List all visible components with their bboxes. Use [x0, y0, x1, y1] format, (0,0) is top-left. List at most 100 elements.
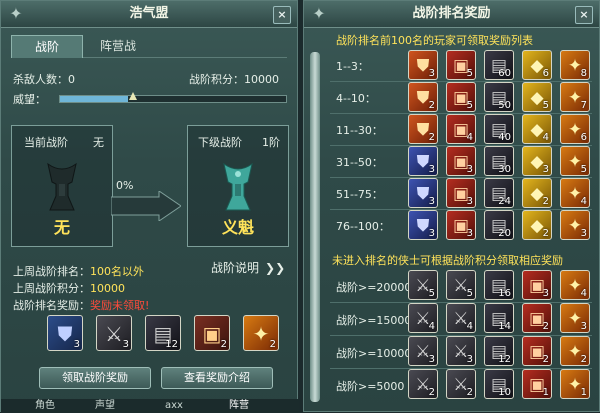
item-count: 2 [428, 387, 435, 398]
left-panel: ✦ 浩气盟 × 战阶 阵营战 杀敌人数：0 战阶积分：10000 威望： 当前战… [0, 0, 299, 413]
reward-item-slot[interactable]: ▤ 16 [484, 270, 514, 300]
reward-item-slot[interactable]: ⛊ 3 [408, 146, 438, 176]
item-count: 60 [498, 68, 511, 79]
explain-link-label[interactable]: 战阶说明 [211, 261, 259, 275]
close-icon[interactable]: × [575, 6, 593, 24]
threshold-label: 战阶>=5000 [336, 380, 405, 393]
next-rank-box: 下级战阶 1阶 义魁 [187, 125, 289, 247]
reward-item-slot[interactable]: ▤ 30 [484, 146, 514, 176]
item-count: 7 [580, 100, 587, 111]
item-count: 2 [542, 321, 549, 332]
reward-item-slot[interactable]: ⚔ 5 [408, 270, 438, 300]
item-count: 2 [220, 339, 227, 350]
reward-item-slot[interactable]: ▣ 5 [446, 50, 476, 80]
prestige-bar [59, 95, 287, 103]
reward-item-slot[interactable]: ▤ 24 [484, 178, 514, 208]
reward-item-slot[interactable]: ⚔ 3 [446, 336, 476, 366]
claim-reward-button[interactable]: 领取战阶奖励 [39, 367, 151, 389]
reward-item-slot[interactable]: ⚔ 2 [446, 369, 476, 399]
item-count: 3 [466, 196, 473, 207]
reward-item-slot[interactable]: ✦ 7 [560, 82, 590, 112]
reward-item-slot[interactable]: ⚔ 4 [408, 303, 438, 333]
reward-item-slot[interactable]: ⚔ 5 [446, 270, 476, 300]
right-panel-title: 战阶排名奖励 [412, 6, 491, 21]
reward-item-slot[interactable]: ▤ 40 [484, 114, 514, 144]
item-count: 4 [580, 288, 587, 299]
reward-item-slot[interactable]: ✦ 4 [560, 270, 590, 300]
reward-item-slot[interactable]: ⚔ 3 [96, 315, 132, 351]
reward-item-slot[interactable]: ▣ 3 [446, 210, 476, 240]
reward-item-slot[interactable]: ◆ 4 [522, 114, 552, 144]
reward-item-slot[interactable]: ✦ 5 [560, 146, 590, 176]
left-tabs: 战阶 阵营战 [11, 35, 287, 58]
reward-item-slot[interactable]: ✦ 4 [560, 178, 590, 208]
item-count: 5 [580, 164, 587, 175]
reward-item-slot[interactable]: ▣ 2 [194, 315, 230, 351]
reward-item-slot[interactable]: ⚔ 3 [408, 336, 438, 366]
item-count: 12 [165, 339, 178, 350]
reward-item-slot[interactable]: ▣ 3 [446, 146, 476, 176]
view-reward-button[interactable]: 查看奖励介绍 [161, 367, 273, 389]
reward-item-slot[interactable]: ▤ 10 [484, 369, 514, 399]
item-count: 24 [498, 196, 511, 207]
reward-item-slot[interactable]: ✦ 3 [560, 303, 590, 333]
kills-value: 0 [68, 73, 75, 86]
reward-item-slot[interactable]: ◆ 3 [522, 146, 552, 176]
left-title-bar: ✦ 浩气盟 × [1, 1, 297, 28]
bottom-tab-reputation[interactable]: 声望 [95, 399, 115, 413]
item-count: 30 [498, 164, 511, 175]
reward-item-slot[interactable]: ⚔ 2 [408, 369, 438, 399]
reward-item-slot[interactable]: ⛊ 3 [408, 178, 438, 208]
item-count: 3 [73, 339, 80, 350]
reward-item-slot[interactable]: ▤ 60 [484, 50, 514, 80]
bottom-tab-character[interactable]: 角色 [35, 399, 55, 413]
reward-item-slot[interactable]: ⚔ 4 [446, 303, 476, 333]
reward-item-slot[interactable]: ✦ 8 [560, 50, 590, 80]
points-label: 战阶积分： [189, 73, 244, 86]
next-rank-name: 义魁 [221, 218, 254, 237]
close-icon[interactable]: × [273, 6, 291, 24]
reward-item-slot[interactable]: ✦ 1 [560, 369, 590, 399]
reward-item-slot[interactable]: ◆ 5 [522, 82, 552, 112]
reward-item-slot[interactable]: ⛊ 3 [47, 315, 83, 351]
current-rank-box: 当前战阶 无 无 [11, 125, 113, 247]
reward-item-slot[interactable]: ▣ 1 [522, 369, 552, 399]
bottom-tab-faction[interactable]: 阵营 [229, 399, 249, 413]
last-week-points-value: 10000 [90, 282, 125, 295]
reward-item-slot[interactable]: ⛊ 3 [408, 50, 438, 80]
reward-item-slot[interactable]: ▣ 5 [446, 82, 476, 112]
reward-item-slot[interactable]: ▤ 14 [484, 303, 514, 333]
explain-link[interactable]: 战阶说明 ❯❯ [211, 259, 285, 276]
reward-item-slot[interactable]: ▣ 3 [446, 178, 476, 208]
item-count: 2 [542, 228, 549, 239]
reward-item-slot[interactable]: ▣ 2 [522, 336, 552, 366]
rank-range-label: 4--10： [336, 92, 376, 105]
reward-item-slot[interactable]: ⛊ 2 [408, 114, 438, 144]
prestige-marker [129, 92, 137, 100]
tab-rank[interactable]: 战阶 [11, 35, 83, 58]
reward-item-slot[interactable]: ▣ 2 [522, 303, 552, 333]
reward-item-slot[interactable]: ◆ 2 [522, 178, 552, 208]
threshold-label: 战阶>=15000 [336, 314, 412, 327]
item-count: 5 [542, 100, 549, 111]
reward-item-slot[interactable]: ⛊ 3 [408, 210, 438, 240]
top-reward-heading: 战阶排名前100名的玩家可领取奖励列表 [336, 34, 533, 47]
reward-item-slot[interactable]: ✦ 3 [560, 210, 590, 240]
reward-item-slot[interactable]: ▣ 3 [522, 270, 552, 300]
kills-row: 杀敌人数：0 [13, 71, 75, 87]
reward-item-slot[interactable]: ◆ 2 [522, 210, 552, 240]
reward-item-slot[interactable]: ◆ 6 [522, 50, 552, 80]
reward-item-slot[interactable]: ▤ 12 [145, 315, 181, 351]
prestige-bar-fill [60, 96, 128, 102]
reward-item-slot[interactable]: ✦ 2 [560, 336, 590, 366]
reward-item-slot[interactable]: ▤ 50 [484, 82, 514, 112]
reward-item-slot[interactable]: ▤ 12 [484, 336, 514, 366]
bird-icon: ✦ [9, 4, 23, 23]
reward-item-slot[interactable]: ▤ 20 [484, 210, 514, 240]
bottom-tab-third[interactable]: axx [165, 399, 183, 413]
tab-faction-war[interactable]: 阵营战 [83, 35, 153, 57]
reward-item-slot[interactable]: ✦ 6 [560, 114, 590, 144]
reward-item-slot[interactable]: ⛊ 2 [408, 82, 438, 112]
reward-item-slot[interactable]: ▣ 4 [446, 114, 476, 144]
reward-item-slot[interactable]: ✦ 2 [243, 315, 279, 351]
